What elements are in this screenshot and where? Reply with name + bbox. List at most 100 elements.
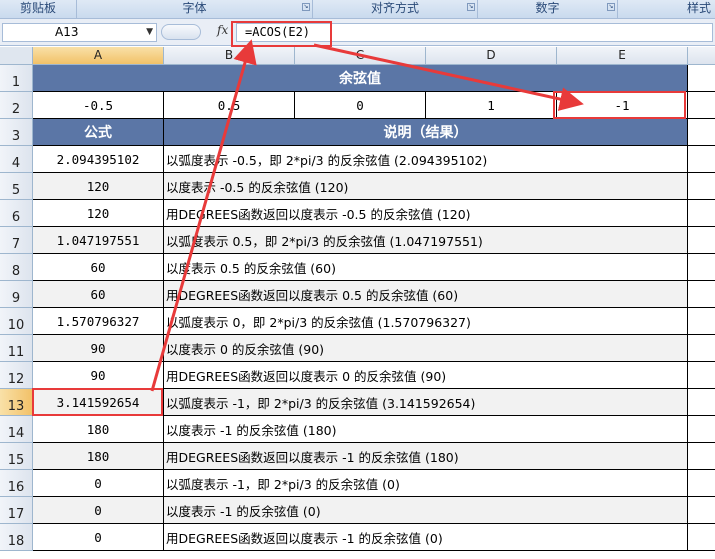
input-cell[interactable]: 0	[295, 92, 426, 119]
empty-cell[interactable]	[688, 416, 715, 443]
row-header-12[interactable]: 12	[0, 362, 33, 389]
dialog-launcher-icon[interactable]: ↘	[467, 3, 475, 11]
row-header-3[interactable]: 3	[0, 119, 33, 146]
formula-result-cell[interactable]: 60	[33, 281, 164, 308]
description-cell[interactable]: 以弧度表示 0，即 2*pi/3 的反余弦值 (1.570796327)	[164, 308, 688, 335]
empty-cell[interactable]	[688, 281, 715, 308]
empty-cell[interactable]	[688, 389, 715, 416]
description-cell[interactable]: 用DEGREES函数返回以度表示 -0.5 的反余弦值 (120)	[164, 200, 688, 227]
empty-cell[interactable]	[688, 254, 715, 281]
formula-result-cell[interactable]: 120	[33, 200, 164, 227]
sheet-title-cell[interactable]: 余弦值	[33, 65, 688, 92]
name-box[interactable]: A13 ▼	[2, 23, 157, 42]
ribbon-group-bar: 剪贴板 字体 ↘ 对齐方式 ↘ 数字 ↘ 样式	[0, 0, 715, 19]
description-cell[interactable]: 用DEGREES函数返回以度表示 0 的反余弦值 (90)	[164, 362, 688, 389]
description-cell[interactable]: 用DEGREES函数返回以度表示 -1 的反余弦值 (180)	[164, 443, 688, 470]
description-cell[interactable]: 以弧度表示 -1，即 2*pi/3 的反余弦值 (0)	[164, 470, 688, 497]
empty-cell[interactable]	[688, 92, 715, 119]
empty-cell[interactable]	[688, 227, 715, 254]
description-cell[interactable]: 以弧度表示 -0.5，即 2*pi/3 的反余弦值 (2.094395102)	[164, 146, 688, 173]
ribbon-group-styles[interactable]: 样式	[618, 0, 715, 18]
insert-function-icon[interactable]: fx	[217, 23, 228, 37]
formula-result-cell[interactable]: 90	[33, 362, 164, 389]
row-header-10[interactable]: 10	[0, 308, 33, 335]
row-header-8[interactable]: 8	[0, 254, 33, 281]
formula-input[interactable]: =ACOS(E2)	[236, 23, 713, 42]
formula-result-cell[interactable]: 180	[33, 416, 164, 443]
empty-cell[interactable]	[688, 443, 715, 470]
formula-result-cell[interactable]: 180	[33, 443, 164, 470]
row-header-7[interactable]: 7	[0, 227, 33, 254]
empty-cell[interactable]	[688, 146, 715, 173]
formula-result-cell[interactable]: 1.047197551	[33, 227, 164, 254]
column-header-e[interactable]: E	[557, 47, 688, 65]
row-header-4[interactable]: 4	[0, 146, 33, 173]
input-cell[interactable]: -1	[557, 92, 688, 119]
column-header-f[interactable]	[688, 47, 715, 65]
ribbon-group-label: 数字	[535, 1, 560, 15]
input-cell[interactable]: -0.5	[33, 92, 164, 119]
empty-cell[interactable]	[688, 65, 715, 92]
ribbon-group-label: 对齐方式	[370, 1, 419, 15]
row-header-6[interactable]: 6	[0, 200, 33, 227]
name-box-value: A13	[55, 25, 79, 39]
row-header-13[interactable]: 13	[0, 389, 33, 416]
column-header-d[interactable]: D	[426, 47, 557, 65]
formula-header-cell[interactable]: 公式	[33, 119, 164, 146]
dialog-launcher-icon[interactable]: ↘	[302, 3, 310, 11]
description-cell[interactable]: 以度表示 -0.5 的反余弦值 (120)	[164, 173, 688, 200]
empty-cell[interactable]	[688, 173, 715, 200]
row-header-11[interactable]: 11	[0, 335, 33, 362]
column-header-c[interactable]: C	[295, 47, 426, 65]
description-cell[interactable]: 用DEGREES函数返回以度表示 0.5 的反余弦值 (60)	[164, 281, 688, 308]
select-all-corner[interactable]	[0, 47, 33, 65]
formula-result-cell[interactable]: 60	[33, 254, 164, 281]
formula-result-cell[interactable]: 90	[33, 335, 164, 362]
formula-result-cell[interactable]: 120	[33, 173, 164, 200]
chevron-down-icon[interactable]: ▼	[146, 24, 153, 41]
description-cell[interactable]: 用DEGREES函数返回以度表示 -1 的反余弦值 (0)	[164, 524, 688, 551]
formula-bar-resize-handle[interactable]	[161, 24, 201, 40]
row-header-18[interactable]: 18	[0, 524, 33, 551]
description-cell[interactable]: 以度表示 0.5 的反余弦值 (60)	[164, 254, 688, 281]
row-header-14[interactable]: 14	[0, 416, 33, 443]
row-header-15[interactable]: 15	[0, 443, 33, 470]
ribbon-group-font[interactable]: 字体 ↘	[77, 0, 313, 18]
dialog-launcher-icon[interactable]: ↘	[607, 3, 615, 11]
empty-cell[interactable]	[688, 524, 715, 551]
empty-cell[interactable]	[688, 470, 715, 497]
formula-result-cell[interactable]: 2.094395102	[33, 146, 164, 173]
formula-result-cell[interactable]: 0	[33, 470, 164, 497]
ribbon-group-label: 字体	[182, 1, 207, 15]
formula-result-cell[interactable]: 1.570796327	[33, 308, 164, 335]
empty-cell[interactable]	[688, 497, 715, 524]
row-header-5[interactable]: 5	[0, 173, 33, 200]
empty-cell[interactable]	[688, 308, 715, 335]
row-header-9[interactable]: 9	[0, 281, 33, 308]
description-cell[interactable]: 以度表示 -1 的反余弦值 (0)	[164, 497, 688, 524]
ribbon-group-clipboard[interactable]: 剪贴板	[0, 0, 77, 18]
input-cell[interactable]: 1	[426, 92, 557, 119]
empty-cell[interactable]	[688, 335, 715, 362]
formula-result-cell[interactable]: 0	[33, 524, 164, 551]
row-header-1[interactable]: 1	[0, 65, 33, 92]
description-cell[interactable]: 以度表示 -1 的反余弦值 (180)	[164, 416, 688, 443]
empty-cell[interactable]	[688, 119, 715, 146]
description-cell[interactable]: 以度表示 0 的反余弦值 (90)	[164, 335, 688, 362]
ribbon-group-number[interactable]: 数字 ↘	[478, 0, 618, 18]
description-header-cell[interactable]: 说明（结果）	[164, 119, 688, 146]
row-header-16[interactable]: 16	[0, 470, 33, 497]
ribbon-group-label: 样式	[686, 1, 711, 15]
formula-result-cell[interactable]: 0	[33, 497, 164, 524]
empty-cell[interactable]	[688, 200, 715, 227]
description-cell[interactable]: 以弧度表示 -1，即 2*pi/3 的反余弦值 (3.141592654)	[164, 389, 688, 416]
column-header-a[interactable]: A	[33, 47, 164, 65]
row-header-17[interactable]: 17	[0, 497, 33, 524]
ribbon-group-alignment[interactable]: 对齐方式 ↘	[313, 0, 478, 18]
input-cell[interactable]: 0.5	[164, 92, 295, 119]
column-header-b[interactable]: B	[164, 47, 295, 65]
empty-cell[interactable]	[688, 362, 715, 389]
description-cell[interactable]: 以弧度表示 0.5，即 2*pi/3 的反余弦值 (1.047197551)	[164, 227, 688, 254]
formula-result-cell[interactable]: 3.141592654	[33, 389, 164, 416]
row-header-2[interactable]: 2	[0, 92, 33, 119]
